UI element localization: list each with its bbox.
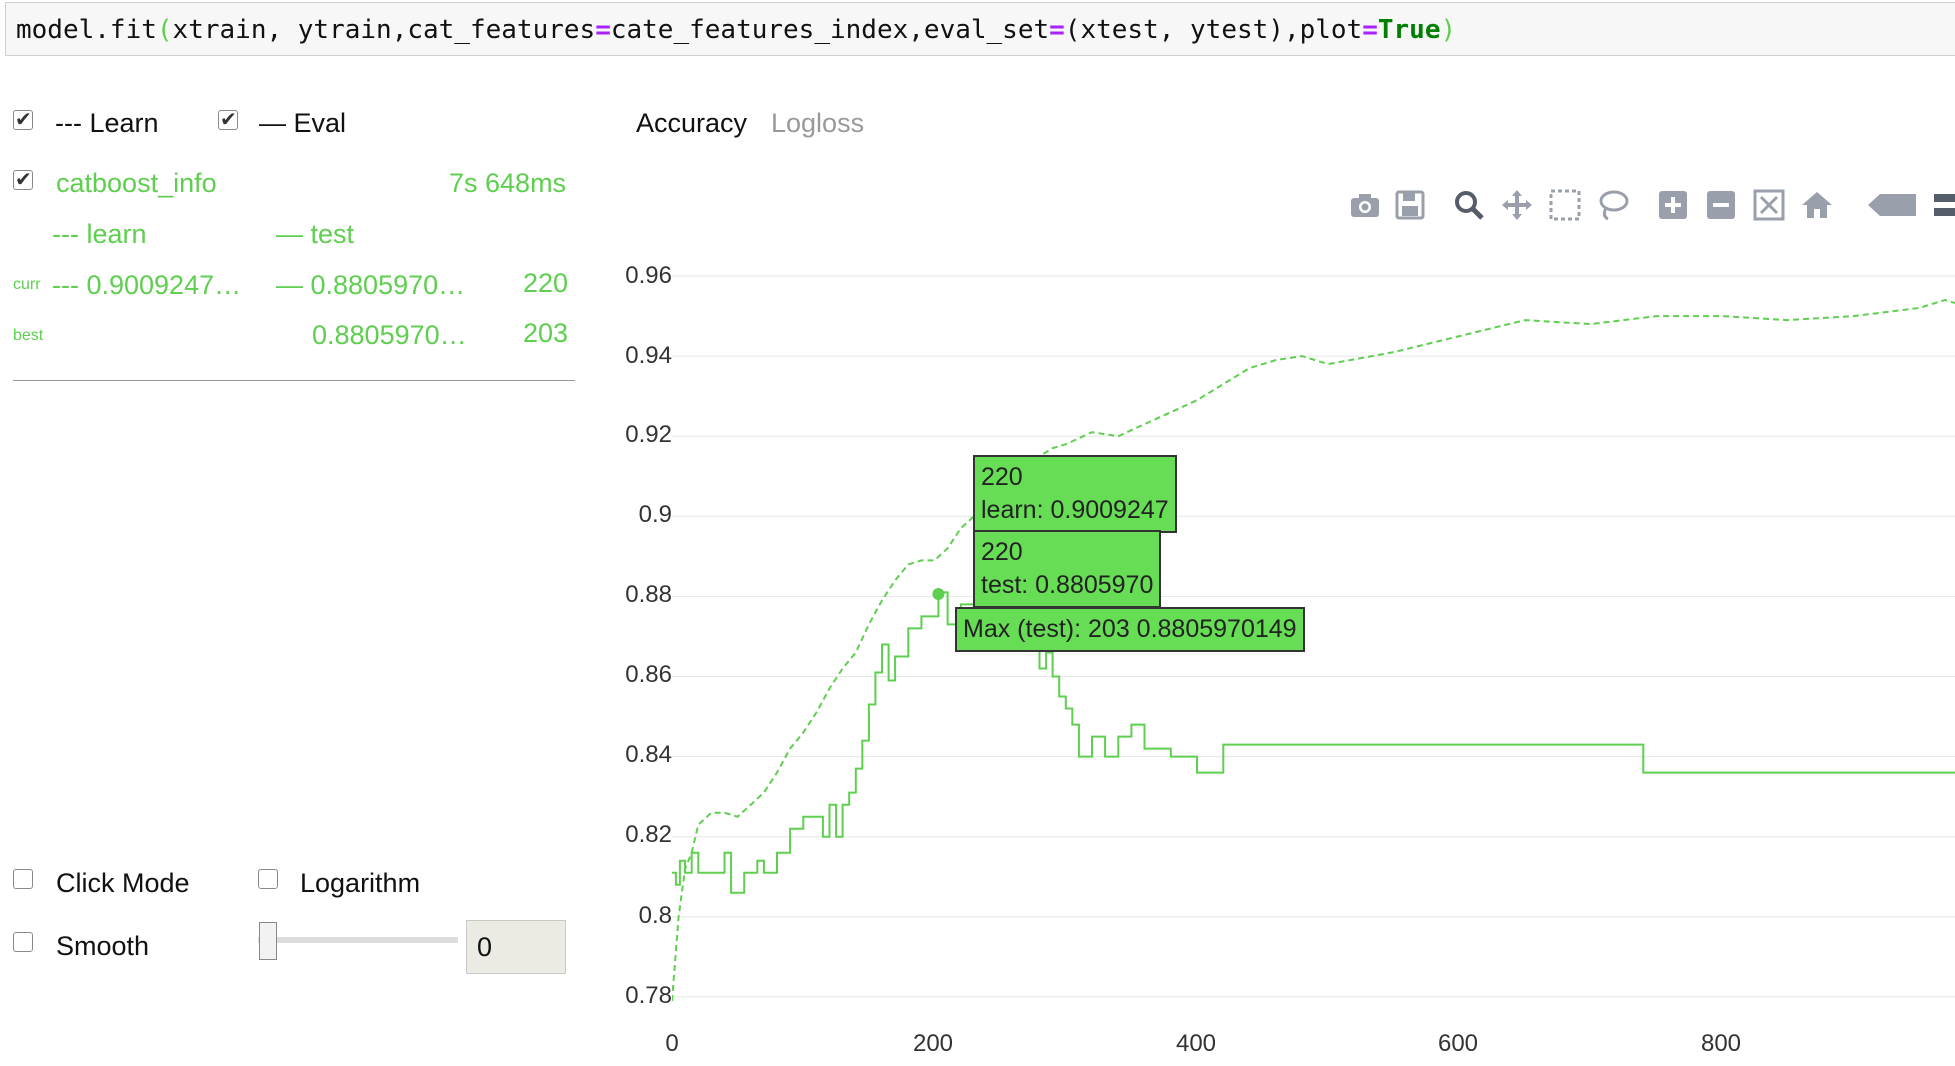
smooth-checkbox[interactable] xyxy=(13,932,33,952)
code-arg-2: cate_features_index,eval_set xyxy=(610,15,1050,45)
smooth-slider-handle[interactable] xyxy=(259,922,277,960)
spike-icon[interactable] xyxy=(1866,188,1918,222)
max-test-tooltip: Max (test): 203 0.8805970149 xyxy=(955,607,1305,652)
code-function: model.fit xyxy=(16,15,157,45)
tooltip-learn-value: learn: 0.9009247 xyxy=(981,496,1169,524)
x-tick-label: 600 xyxy=(1437,1030,1479,1057)
tab-logloss[interactable]: Logloss xyxy=(771,108,864,139)
logarithm-label: Logarithm xyxy=(300,868,421,898)
compare-icon[interactable] xyxy=(1930,188,1955,222)
plot-grid xyxy=(672,275,1955,998)
smooth-slider-track[interactable] xyxy=(258,937,458,943)
y-tick-label: 0.84 xyxy=(625,741,672,768)
code-paren-close: ) xyxy=(1440,15,1457,45)
y-tick-label: 0.92 xyxy=(625,421,672,448)
pan-icon[interactable] xyxy=(1500,188,1534,222)
zoom-in-icon[interactable] xyxy=(1656,188,1690,222)
zoom-out-icon[interactable] xyxy=(1704,188,1738,222)
autoscale-icon[interactable] xyxy=(1752,188,1786,222)
lasso-icon[interactable] xyxy=(1596,188,1630,222)
camera-icon[interactable] xyxy=(1348,188,1382,222)
eval-checkbox[interactable] xyxy=(218,107,238,132)
code-eq-3: = xyxy=(1362,15,1378,45)
y-tick-label: 0.78 xyxy=(625,982,672,1009)
test-column-header: — test xyxy=(276,219,355,249)
click-mode-checkbox[interactable] xyxy=(13,869,33,889)
y-tick-label: 0.86 xyxy=(625,661,672,688)
test-series-line xyxy=(672,591,1955,894)
y-tick-label: 0.8 xyxy=(638,902,672,929)
catboost-info-checkbox[interactable] xyxy=(13,167,33,192)
elapsed-time: 7s 648ms xyxy=(449,168,567,198)
eval-legend-label: — Eval xyxy=(259,108,347,138)
x-tick-label: 400 xyxy=(1175,1030,1217,1057)
code-arg-3: (xtest, ytest),plot xyxy=(1064,15,1363,45)
curr-test-value: — 0.8805970… xyxy=(276,270,466,300)
y-tick-label: 0.82 xyxy=(625,821,672,848)
learn-legend-label: --- Learn xyxy=(55,108,159,138)
curr-label: curr xyxy=(13,276,41,293)
tooltip-test-iteration: 220 xyxy=(981,538,1023,566)
x-tick-label: 200 xyxy=(912,1030,954,1057)
tooltip-test-value: test: 0.8805970 xyxy=(981,571,1154,599)
zoom-icon[interactable] xyxy=(1452,188,1486,222)
y-tick-label: 0.88 xyxy=(625,581,672,608)
x-tick-label: 0 xyxy=(665,1030,679,1057)
best-test-value: 0.8805970… xyxy=(312,320,467,350)
y-tick-label: 0.9 xyxy=(638,501,672,528)
curr-learn-value: --- 0.9009247… xyxy=(52,270,242,300)
learn-series-line xyxy=(672,298,1955,1001)
code-true-keyword: True xyxy=(1377,15,1441,45)
logarithm-checkbox[interactable] xyxy=(258,869,278,889)
catboost-info-name: catboost_info xyxy=(56,168,217,198)
save-icon[interactable] xyxy=(1393,188,1427,222)
tab-accuracy[interactable]: Accuracy xyxy=(636,108,747,139)
box-select-icon[interactable] xyxy=(1548,188,1582,222)
smooth-label: Smooth xyxy=(56,931,150,961)
info-divider xyxy=(13,380,575,381)
tooltip-learn-iteration: 220 xyxy=(981,463,1023,491)
home-icon[interactable] xyxy=(1800,188,1834,222)
tooltip-max-value: Max (test): 203 0.8805970149 xyxy=(963,615,1297,643)
code-eq-2: = xyxy=(1049,15,1065,45)
learn-column-header: --- learn xyxy=(52,219,147,249)
x-tick-label: 800 xyxy=(1700,1030,1742,1057)
code-cell[interactable]: model.fit(xtrain, ytrain,cat_features=ca… xyxy=(5,2,1955,56)
y-tick-label: 0.94 xyxy=(625,342,672,369)
code-paren-open: ( xyxy=(156,15,173,45)
smooth-value-input[interactable]: 0 xyxy=(466,920,566,974)
accuracy-plot[interactable] xyxy=(672,250,1955,1025)
test-hover-tooltip: 220 test: 0.8805970 xyxy=(973,530,1162,608)
click-mode-label: Click Mode xyxy=(56,868,190,898)
learn-hover-tooltip: 220 learn: 0.9009247 xyxy=(973,455,1177,533)
code-arg-1: xtrain, ytrain,cat_features xyxy=(172,15,596,45)
y-tick-label: 0.96 xyxy=(625,262,672,289)
code-eq-1: = xyxy=(595,15,611,45)
learn-checkbox[interactable] xyxy=(13,107,33,132)
best-point-marker xyxy=(932,587,945,600)
best-label: best xyxy=(13,327,44,344)
